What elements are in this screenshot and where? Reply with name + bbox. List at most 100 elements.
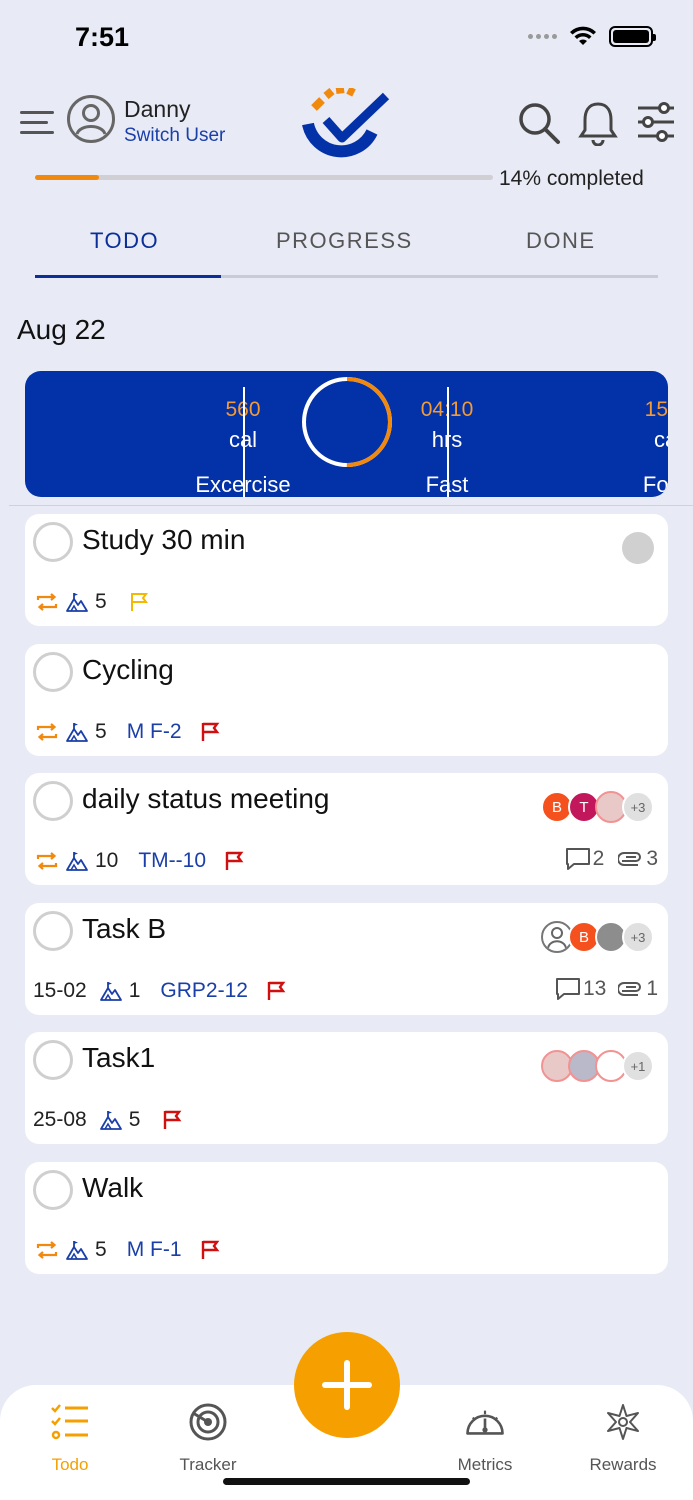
status-bar: 7:51 xyxy=(0,0,693,80)
task-points: 5 xyxy=(95,720,107,743)
nav-label: Metrics xyxy=(457,1455,513,1474)
repeat-icon xyxy=(35,1238,59,1262)
flag-icon xyxy=(267,981,286,1000)
task-card[interactable]: Cycling 5 M F-2 xyxy=(25,644,668,756)
flag-icon xyxy=(201,1240,219,1259)
battery-icon xyxy=(609,26,656,47)
task-tabs: TODO PROGRESS DONE xyxy=(35,222,658,278)
task-title: Cycling xyxy=(82,654,174,685)
task-title: Walk xyxy=(82,1172,144,1203)
completion-progress-fill xyxy=(35,175,100,180)
assignee-avatars[interactable]: B +3 xyxy=(541,921,654,953)
task-title: daily status meeting xyxy=(82,783,330,814)
task-card[interactable]: Task B B +3 15-02 1 GRP2-12 13 1 xyxy=(25,903,668,1015)
task-points: 5 xyxy=(95,590,107,613)
task-counts: 2 3 xyxy=(565,847,658,871)
date-heading: Aug 22 xyxy=(17,314,106,345)
task-meta: 5 M F-2 xyxy=(35,719,228,745)
assignee-avatars[interactable]: B T +3 xyxy=(541,791,654,823)
task-counts: 13 1 xyxy=(555,977,658,1001)
comment-count: 2 xyxy=(592,847,605,870)
wifi-icon xyxy=(570,26,596,45)
nav-metrics[interactable]: Metrics xyxy=(425,1401,545,1475)
task-points: 10 xyxy=(95,849,119,872)
tab-progress[interactable]: PROGRESS xyxy=(276,228,413,254)
status-time: 7:51 xyxy=(75,22,130,52)
task-meta: 25-08 5 xyxy=(33,1107,190,1133)
task-checkbox[interactable] xyxy=(33,911,73,951)
comment-icon xyxy=(565,847,591,871)
star-burst-icon xyxy=(607,1404,639,1440)
search-icon[interactable] xyxy=(516,100,562,146)
task-checkbox[interactable] xyxy=(33,522,73,562)
tab-todo[interactable]: TODO xyxy=(90,228,159,254)
nav-rewards[interactable]: Rewards xyxy=(563,1401,683,1475)
flag-icon xyxy=(201,722,219,741)
more-assignees-badge: +3 xyxy=(622,791,654,823)
task-checkbox[interactable] xyxy=(33,1040,73,1080)
repeat-icon xyxy=(35,849,59,873)
task-code: M F-2 xyxy=(126,720,182,743)
task-code: TM--10 xyxy=(138,849,207,872)
gauge-icon xyxy=(466,1410,504,1435)
user-name: Danny xyxy=(124,96,191,122)
flag-icon xyxy=(130,593,148,611)
flag-icon xyxy=(225,851,244,870)
food-value: 1533 xyxy=(644,398,668,421)
task-checkbox[interactable] xyxy=(33,1170,73,1210)
daily-stats-card: 560 cal Excercise 04:10 hrs Fast 1533 ca… xyxy=(25,371,668,497)
bell-icon[interactable] xyxy=(578,100,618,146)
more-assignees-badge: +3 xyxy=(622,921,654,953)
nav-todo[interactable]: Todo xyxy=(10,1401,130,1475)
flag-icon xyxy=(164,1110,182,1129)
food-unit: cal xyxy=(653,427,668,452)
task-checkbox[interactable] xyxy=(33,652,73,692)
fast-timer-ring xyxy=(302,377,392,467)
points-icon xyxy=(99,979,123,1003)
task-title: Task B xyxy=(82,913,167,944)
switch-user-link[interactable]: Switch User xyxy=(124,125,225,147)
completion-progress-bar xyxy=(35,175,493,180)
menu-icon[interactable] xyxy=(20,108,56,138)
task-card[interactable]: Walk 5 M F-1 xyxy=(25,1162,668,1274)
food-label: Food xyxy=(642,472,668,497)
assignee-avatars[interactable]: +1 xyxy=(541,1050,654,1082)
filter-settings-icon[interactable] xyxy=(636,100,676,146)
task-title: Study 30 min xyxy=(82,524,246,555)
app-header: Danny Switch User xyxy=(0,88,693,158)
active-tab-indicator xyxy=(35,275,221,278)
nav-label: Tracker xyxy=(179,1455,237,1474)
signal-icon xyxy=(528,34,557,39)
task-card[interactable]: Study 30 min 5 xyxy=(25,514,668,626)
nav-tracker[interactable]: Tracker xyxy=(148,1401,268,1475)
completion-label: 14% completed xyxy=(499,167,644,190)
task-meta: 5 M F-1 xyxy=(35,1237,228,1263)
attachment-icon xyxy=(618,847,644,871)
task-points: 5 xyxy=(128,1108,141,1131)
plus-icon xyxy=(322,1360,372,1410)
home-indicator xyxy=(223,1478,470,1485)
task-card[interactable]: Task1 +1 25-08 5 xyxy=(25,1032,668,1144)
user-avatar-icon[interactable] xyxy=(66,94,116,144)
task-points: 1 xyxy=(128,979,141,1002)
checklist-icon xyxy=(51,1404,88,1440)
task-card[interactable]: daily status meeting B T +3 10 TM--10 2 … xyxy=(25,773,668,885)
comment-count: 13 xyxy=(582,977,607,1000)
task-date: 15-02 xyxy=(33,979,87,1002)
app-logo xyxy=(302,88,390,158)
task-date: 25-08 xyxy=(33,1108,87,1131)
task-meta: 15-02 1 GRP2-12 xyxy=(33,978,294,1004)
tab-done[interactable]: DONE xyxy=(526,228,596,254)
food-stat[interactable]: 1533 cal Food xyxy=(449,371,668,497)
task-code: GRP2-12 xyxy=(160,979,248,1002)
nav-label: Rewards xyxy=(589,1455,657,1474)
repeat-icon xyxy=(35,590,59,614)
task-checkbox[interactable] xyxy=(33,781,73,821)
repeat-icon xyxy=(35,720,59,744)
add-task-button[interactable] xyxy=(294,1332,400,1438)
points-icon xyxy=(65,720,89,744)
status-dot xyxy=(622,532,654,564)
exercise-stat[interactable]: 560 cal Excercise xyxy=(25,371,290,497)
status-icons xyxy=(528,26,656,47)
task-title: Task1 xyxy=(82,1042,156,1073)
